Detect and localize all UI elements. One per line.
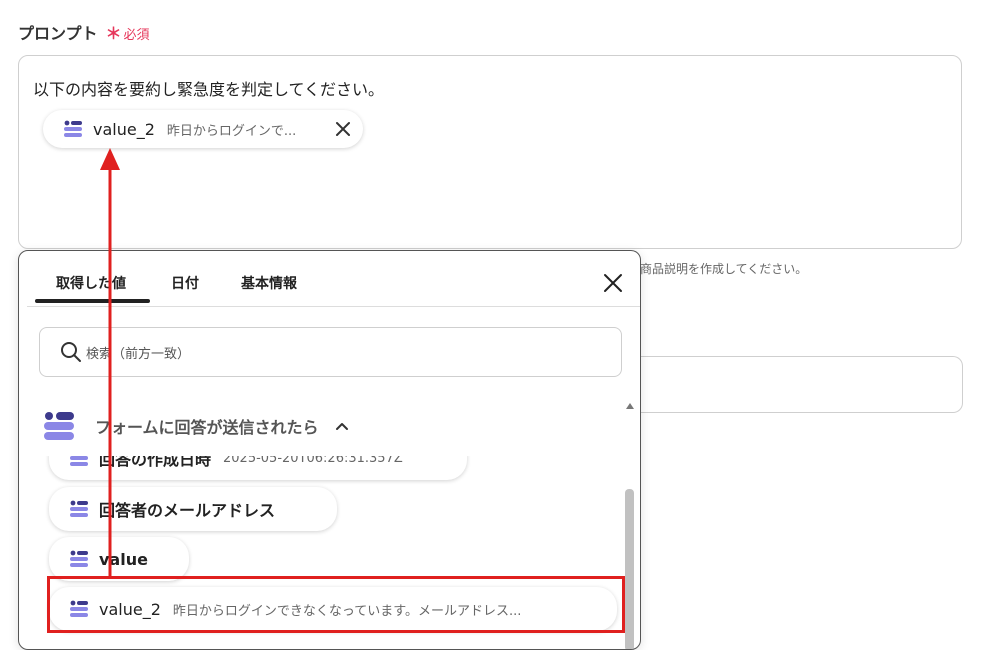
required-text: 必須 bbox=[123, 28, 150, 43]
chip-name: value_2 bbox=[93, 119, 155, 139]
group-title: フォームに回答が送信されたら bbox=[95, 418, 319, 437]
variable-icon bbox=[70, 550, 88, 567]
prompt-variable-chip[interactable]: value_2 昨日からログインで... bbox=[43, 110, 363, 148]
tab-date[interactable]: 日付 bbox=[171, 273, 199, 293]
list-item-value: 2025-05-20T06:26:31.357Z bbox=[223, 456, 403, 466]
scroll-up-arrow-icon[interactable] bbox=[625, 401, 635, 411]
close-icon[interactable] bbox=[335, 121, 351, 137]
helper-text: 商品説明を作成してください。 bbox=[640, 262, 808, 276]
field-label-text: プロンプト bbox=[18, 24, 98, 43]
list-item[interactable]: 回答者のメールアドレス bbox=[49, 487, 337, 531]
text-input[interactable] bbox=[630, 356, 963, 413]
required-mark: ＊ bbox=[105, 24, 122, 43]
chevron-up-icon[interactable] bbox=[335, 421, 349, 431]
tab-basic-info[interactable]: 基本情報 bbox=[241, 273, 297, 293]
chip-value: 昨日からログインで... bbox=[166, 123, 297, 139]
field-label: プロンプト ＊必須 bbox=[18, 20, 150, 44]
variable-icon bbox=[70, 500, 88, 517]
scrollbar-thumb[interactable] bbox=[625, 489, 634, 649]
search-placeholder: 検索（前方一致） bbox=[86, 346, 191, 362]
list-item[interactable]: 回答の作成日時 2025-05-20T06:26:31.357Z bbox=[49, 456, 467, 480]
list-item-name: 回答者のメールアドレス bbox=[99, 501, 276, 520]
group-header[interactable]: フォームに回答が送信されたら bbox=[43, 411, 349, 441]
tab-acquired-values[interactable]: 取得した値 bbox=[56, 273, 126, 293]
variable-icon bbox=[64, 120, 82, 137]
active-tab-indicator bbox=[35, 299, 150, 303]
search-input[interactable]: 検索（前方一致） bbox=[39, 327, 622, 377]
list-item-name: 回答の作成日時 bbox=[99, 456, 212, 469]
list-item[interactable]: value bbox=[49, 537, 189, 581]
close-icon[interactable] bbox=[602, 272, 624, 294]
tab-divider bbox=[27, 306, 640, 307]
prompt-text: 以下の内容を要約し緊急度を判定してください。 bbox=[33, 80, 385, 99]
prompt-textarea[interactable]: 以下の内容を要約し緊急度を判定してください。 bbox=[18, 55, 962, 249]
search-icon bbox=[61, 342, 81, 362]
list-item-name: value bbox=[99, 549, 148, 569]
highlight-box bbox=[47, 576, 625, 633]
variable-icon bbox=[70, 456, 88, 466]
form-trigger-icon bbox=[44, 412, 74, 440]
